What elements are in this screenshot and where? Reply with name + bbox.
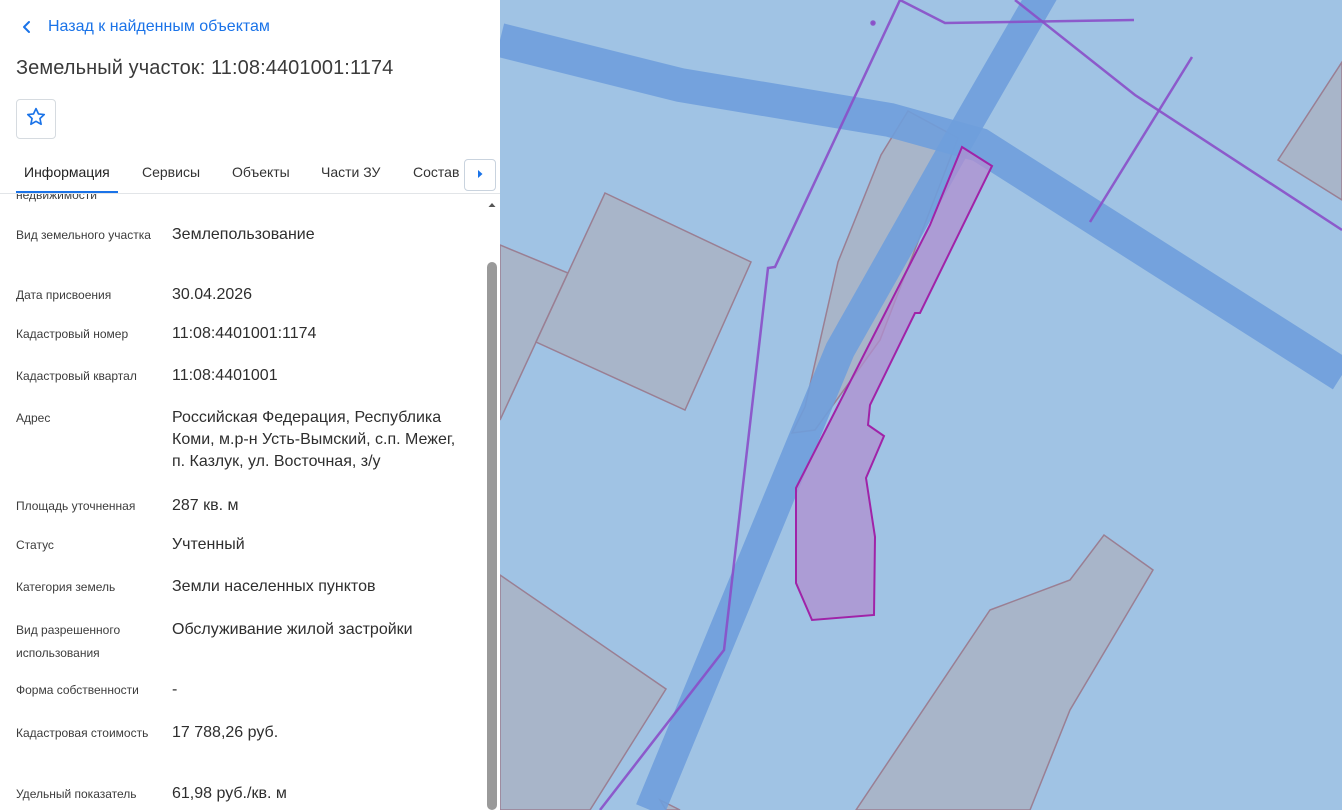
scroll-up-arrow-icon[interactable] [487, 197, 497, 207]
property-label: Кадастровый номер [16, 327, 129, 341]
property-value: 61,98 руб./кв. м [172, 785, 287, 802]
neighbor-parcels [500, 60, 1342, 810]
properties-list: недвижимости Вид земельного участка Земл… [0, 194, 486, 810]
tab-information[interactable]: Информация [16, 152, 118, 193]
property-label: Категория земель [16, 580, 116, 594]
property-label: Кадастровая стоимость [16, 726, 149, 740]
property-label: Дата присвоения [16, 288, 112, 302]
parcel-shape[interactable] [535, 191, 752, 411]
map-canvas[interactable] [500, 0, 1342, 810]
tab-bar: Информация Сервисы Объекты Части ЗУ Сост… [0, 152, 500, 194]
tab-objects-label: Объекты [232, 164, 290, 180]
parcel-shape[interactable] [855, 533, 1154, 810]
property-label: Удельный показатель [16, 787, 137, 801]
property-value: - [172, 681, 178, 698]
tab-parcel-parts-label: Части ЗУ [321, 164, 381, 180]
property-value: 11:08:4401001 [172, 367, 278, 384]
tab-information-label: Информация [24, 164, 110, 180]
tab-services[interactable]: Сервисы [134, 152, 208, 193]
star-outline-icon [25, 106, 47, 133]
tab-parcel-parts[interactable]: Части ЗУ [313, 152, 388, 193]
property-value: Землепользование [172, 226, 315, 243]
parcel-shape[interactable] [500, 574, 668, 810]
property-label: Кадастровый квартал [16, 369, 137, 383]
tab-composition-label: Состав [413, 164, 460, 180]
tab-services-label: Сервисы [142, 164, 201, 180]
property-label: Адрес [16, 411, 51, 425]
chevron-left-icon [16, 16, 38, 38]
property-label: Вид разрешенного использования [16, 623, 121, 660]
tab-objects[interactable]: Объекты [224, 152, 298, 193]
back-link-label: Назад к найденным объектам [48, 18, 270, 35]
info-panel: Назад к найденным объектам Земельный уча… [0, 0, 500, 810]
property-value: Обслуживание жилой застройки [172, 621, 413, 638]
property-value: Земли населенных пунктов [172, 578, 376, 595]
property-value: Учтенный [172, 536, 245, 553]
boundary-line[interactable] [1088, 56, 1194, 223]
property-label: Вид земельного участка [16, 228, 151, 242]
tabs-next-button[interactable] [464, 159, 496, 191]
boundary-point [870, 20, 876, 26]
property-value: 287 кв. м [172, 497, 239, 514]
page-title: Земельный участок: 11:08:4401001:1174 [16, 57, 394, 79]
scrollbar-thumb[interactable] [487, 262, 497, 810]
tab-composition[interactable]: Состав [405, 152, 465, 193]
back-to-results-link[interactable]: Назад к найденным объектам [16, 16, 270, 38]
property-label: Статус [16, 538, 54, 552]
clipped-property-label: недвижимости [16, 194, 97, 202]
property-value: 17 788,26 руб. [172, 724, 279, 741]
property-value: 11:08:4401001:1174 [172, 325, 317, 342]
caret-right-icon [476, 166, 484, 184]
property-label: Форма собственности [16, 683, 139, 697]
property-value: Российская Федерация, Республика Коми, м… [172, 409, 456, 470]
parcel-shape[interactable] [1276, 60, 1342, 201]
map-view[interactable] [500, 0, 1342, 810]
property-label: Площадь уточненная [16, 499, 136, 513]
property-value: 30.04.2026 [172, 286, 253, 303]
favorite-button[interactable] [16, 99, 56, 139]
